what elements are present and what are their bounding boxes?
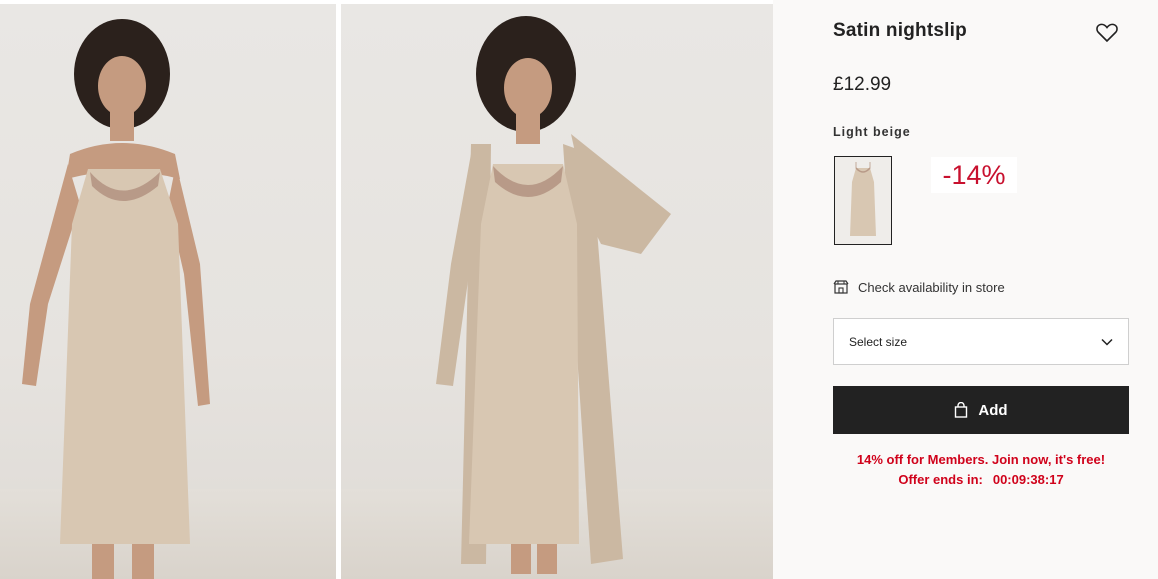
discount-badge: -14%: [931, 157, 1017, 193]
color-name: Light beige: [833, 125, 911, 139]
product-image-2[interactable]: [341, 4, 773, 579]
size-select-label: Select size: [849, 335, 908, 349]
bag-icon: [955, 402, 968, 418]
add-to-bag-button[interactable]: Add: [833, 386, 1129, 434]
member-promo-text[interactable]: 14% off for Members. Join now, it's free…: [833, 450, 1129, 470]
model-figure-1: [22, 19, 210, 579]
color-swatch-light-beige[interactable]: [834, 156, 892, 245]
store-icon: [833, 280, 849, 294]
add-button-label: Add: [978, 401, 1008, 419]
member-promo: 14% off for Members. Join now, it's free…: [833, 450, 1129, 490]
check-store-availability[interactable]: Check availability in store: [833, 277, 1005, 297]
product-title: Satin nightslip: [833, 20, 967, 41]
offer-countdown-row: Offer ends in: 00:09:38:17: [833, 470, 1129, 490]
size-select[interactable]: Select size: [833, 318, 1129, 365]
product-image-1[interactable]: [0, 4, 336, 579]
model-figure-2: [436, 16, 671, 574]
offer-label: Offer ends in:: [898, 472, 983, 487]
heart-icon: [1096, 23, 1118, 43]
product-details-panel: Satin nightslip £12.99 Light beige -14% …: [773, 0, 1158, 579]
check-store-label: Check availability in store: [858, 279, 1005, 295]
product-price: £12.99: [833, 74, 892, 95]
swatch-thumbnail: [850, 162, 876, 236]
chevron-down-icon: [1101, 338, 1113, 346]
offer-countdown: 00:09:38:17: [992, 472, 1064, 487]
favourite-button[interactable]: [1095, 20, 1119, 44]
